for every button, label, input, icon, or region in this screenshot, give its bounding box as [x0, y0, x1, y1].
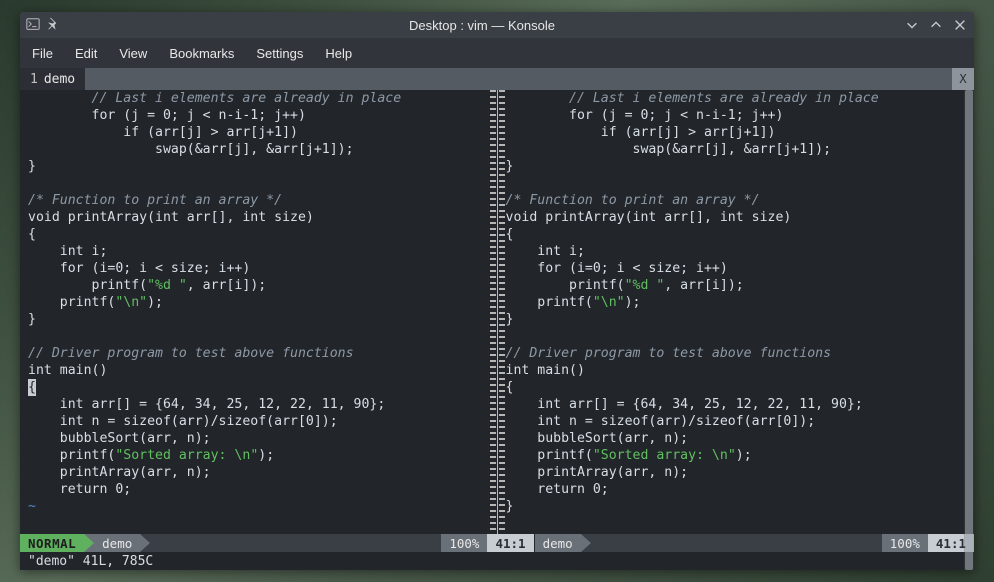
- maximize-button[interactable]: [928, 17, 944, 33]
- tab-index: 1: [30, 72, 38, 87]
- tab-name: demo: [44, 72, 75, 87]
- terminal-area[interactable]: // Last i elements are already in place …: [20, 90, 974, 570]
- menubar: File Edit View Bookmarks Settings Help: [20, 38, 974, 68]
- status-percent-left: 100%: [441, 534, 487, 552]
- status-fill-left: [150, 534, 441, 552]
- arrow-icon: [581, 534, 591, 552]
- pane-left[interactable]: // Last i elements are already in place …: [20, 90, 497, 534]
- tabbar-spacer: [85, 68, 952, 90]
- terminal-icon: [26, 17, 40, 34]
- vim-tabbar: 1 demo X: [20, 68, 974, 90]
- menu-bookmarks[interactable]: Bookmarks: [169, 46, 234, 61]
- arrow-icon: [140, 534, 150, 552]
- code-left: // Last i elements are already in place …: [20, 90, 497, 515]
- konsole-window: Desktop : vim — Konsole File Edit View B…: [20, 12, 974, 570]
- mode-indicator: NORMAL: [20, 534, 84, 552]
- menu-help[interactable]: Help: [325, 46, 352, 61]
- menu-view[interactable]: View: [119, 46, 147, 61]
- command-line[interactable]: "demo" 41L, 785C: [20, 552, 974, 570]
- pane-right[interactable]: // Last i elements are already in place …: [498, 90, 975, 534]
- window-title: Desktop : vim — Konsole: [60, 18, 904, 33]
- minimize-button[interactable]: [904, 17, 920, 33]
- terminal-scrollbar[interactable]: [964, 90, 974, 570]
- statusline-row: NORMAL demo 100% 41:1 demo 100% 41:1: [20, 534, 974, 552]
- close-button[interactable]: [952, 17, 968, 33]
- status-position-left: 41:1: [487, 534, 533, 552]
- status-percent-right: 100%: [882, 534, 928, 552]
- pin-icon[interactable]: [46, 17, 60, 34]
- tab-close-button[interactable]: X: [952, 68, 974, 90]
- arrow-icon: [84, 534, 94, 552]
- code-right: // Last i elements are already in place …: [498, 90, 975, 515]
- scrollbar-thumb[interactable]: [965, 90, 973, 570]
- titlebar: Desktop : vim — Konsole: [20, 12, 974, 38]
- status-fill-right: [591, 534, 882, 552]
- tab-demo[interactable]: 1 demo: [20, 68, 85, 90]
- status-filename-right: demo: [534, 534, 581, 552]
- menu-file[interactable]: File: [32, 46, 53, 61]
- menu-edit[interactable]: Edit: [75, 46, 97, 61]
- split-panes: // Last i elements are already in place …: [20, 90, 974, 534]
- status-filename-left: demo: [94, 534, 140, 552]
- menu-settings[interactable]: Settings: [256, 46, 303, 61]
